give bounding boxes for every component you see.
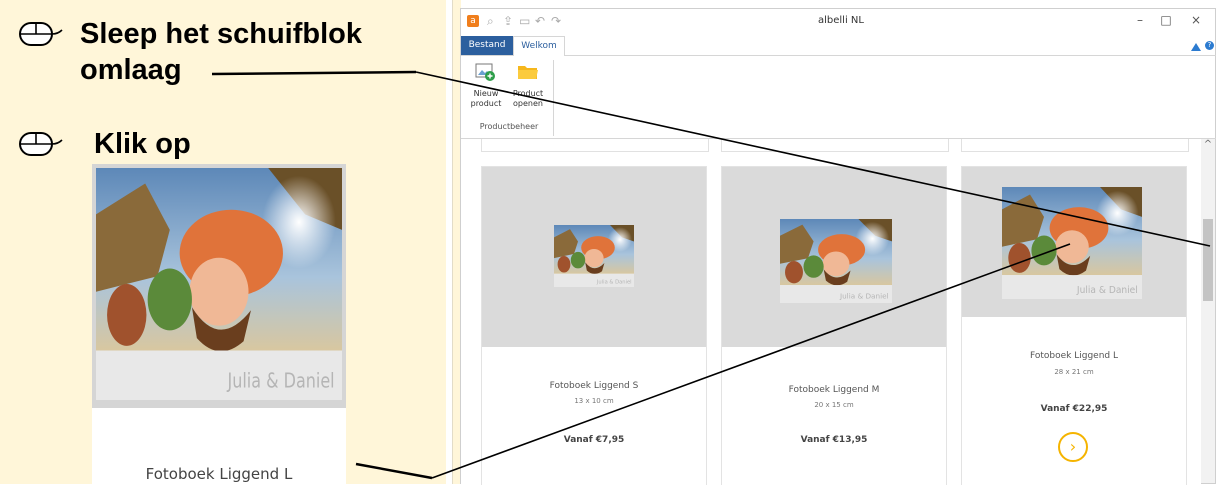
previous-row [481, 139, 1191, 155]
save-icon[interactable]: ▭ [519, 13, 530, 29]
maximize-button[interactable]: □ [1151, 13, 1181, 27]
product-card-liggend-l[interactable]: Julia & Daniel Fotoboek Liggend L 28 x 2… [961, 166, 1187, 485]
product-size: 28 x 21 cm [1054, 368, 1094, 376]
product-price: Vanaf €22,95 [1040, 404, 1108, 414]
product-title: Fotoboek Liggend S [549, 381, 639, 391]
ribbon-group-label: Productbeheer [479, 122, 539, 131]
ribbon-group-productbeheer: Nieuw product Product openen Productbehe… [465, 60, 554, 136]
mouse-icon [19, 22, 63, 46]
previous-card [721, 139, 949, 152]
ribbon-tabs: Bestand Welkom ? [461, 35, 1216, 56]
instruction-step-scroll: Sleep het schuifblok omlaag [18, 16, 420, 88]
product-size: 20 x 15 cm [814, 401, 854, 409]
book-cover-text: Julia & Daniel [839, 292, 889, 301]
open-product-label-1: Product [512, 89, 544, 98]
scroll-up-icon[interactable]: ^ [1201, 139, 1215, 153]
instruction-step-click: Klik op [18, 126, 191, 162]
scroll-thumb[interactable] [1203, 219, 1213, 301]
photo-book-image: Julia & Daniel [96, 168, 342, 400]
photo-book-image: Julia & Daniel [554, 225, 634, 287]
product-price: Vanaf €7,95 [563, 435, 625, 445]
product-photo: Julia & Daniel [482, 167, 706, 347]
product-title: Fotoboek Liggend L [1030, 351, 1118, 361]
app-logo-icon: a [467, 15, 479, 27]
photo-book-image: Julia & Daniel [1002, 187, 1142, 299]
previous-card [961, 139, 1189, 152]
vertical-scrollbar[interactable]: ^ [1201, 139, 1215, 483]
book-cover-text: Julia & Daniel [1076, 285, 1138, 296]
open-product-button[interactable]: Product openen [507, 60, 549, 109]
collapse-ribbon-icon[interactable] [1191, 43, 1201, 51]
zoomed-product-photo: Julia & Daniel [92, 164, 346, 408]
select-product-button[interactable]: › [1058, 432, 1088, 462]
new-product-icon [475, 63, 495, 81]
close-button[interactable]: × [1181, 13, 1211, 27]
product-photo: Julia & Daniel [962, 167, 1186, 317]
mouse-icon [19, 132, 63, 156]
open-product-label-2: openen [513, 99, 543, 108]
instruction-text-scroll: Sleep het schuifblok omlaag [80, 18, 362, 86]
product-card-liggend-m[interactable]: Julia & Daniel Fotoboek Liggend M 20 x 1… [721, 166, 947, 485]
photo-book-image: Julia & Daniel [780, 219, 892, 303]
new-product-label-1: Nieuw [473, 89, 499, 98]
tab-bestand[interactable]: Bestand [461, 36, 513, 55]
instruction-text-click: Klik op [94, 128, 191, 160]
zoomed-product-title: Fotoboek Liggend L [145, 465, 293, 483]
new-product-button[interactable]: Nieuw product [465, 60, 507, 109]
product-grid: Julia & Daniel Fotoboek Liggend S 13 x 1… [461, 139, 1201, 485]
instruction-panel: Sleep het schuifblok omlaag Klik op Juli… [0, 0, 446, 484]
share-icon[interactable]: ⇪ [503, 13, 513, 29]
previous-card [481, 139, 709, 152]
ribbon: Nieuw product Product openen Productbehe… [461, 56, 1216, 139]
redo-icon[interactable]: ↷ [551, 13, 561, 29]
product-photo: Julia & Daniel [722, 167, 946, 347]
search-icon[interactable]: ⌕ [487, 13, 494, 29]
tab-welkom[interactable]: Welkom [513, 36, 565, 56]
product-card-liggend-s[interactable]: Julia & Daniel Fotoboek Liggend S 13 x 1… [481, 166, 707, 485]
title-bar: a ⌕ ⇪ ▭ ↶ ↷ albelli NL – □ × [461, 9, 1216, 35]
window-title: albelli NL [818, 15, 864, 26]
product-price: Vanaf €13,95 [800, 435, 868, 445]
folder-open-icon [518, 66, 538, 79]
undo-icon[interactable]: ↶ [535, 13, 545, 29]
product-title: Fotoboek Liggend M [788, 385, 880, 395]
book-cover-text: Julia & Daniel [596, 280, 632, 286]
new-product-label-2: product [470, 99, 502, 108]
product-size: 13 x 10 cm [574, 397, 614, 405]
app-window: a ⌕ ⇪ ▭ ↶ ↷ albelli NL – □ × Bestand Wel… [460, 8, 1216, 485]
book-cover-text: Julia & Daniel [227, 370, 335, 393]
help-icon[interactable]: ? [1205, 41, 1214, 50]
zoomed-product-card: Julia & Daniel Fotoboek Liggend L [92, 164, 346, 484]
